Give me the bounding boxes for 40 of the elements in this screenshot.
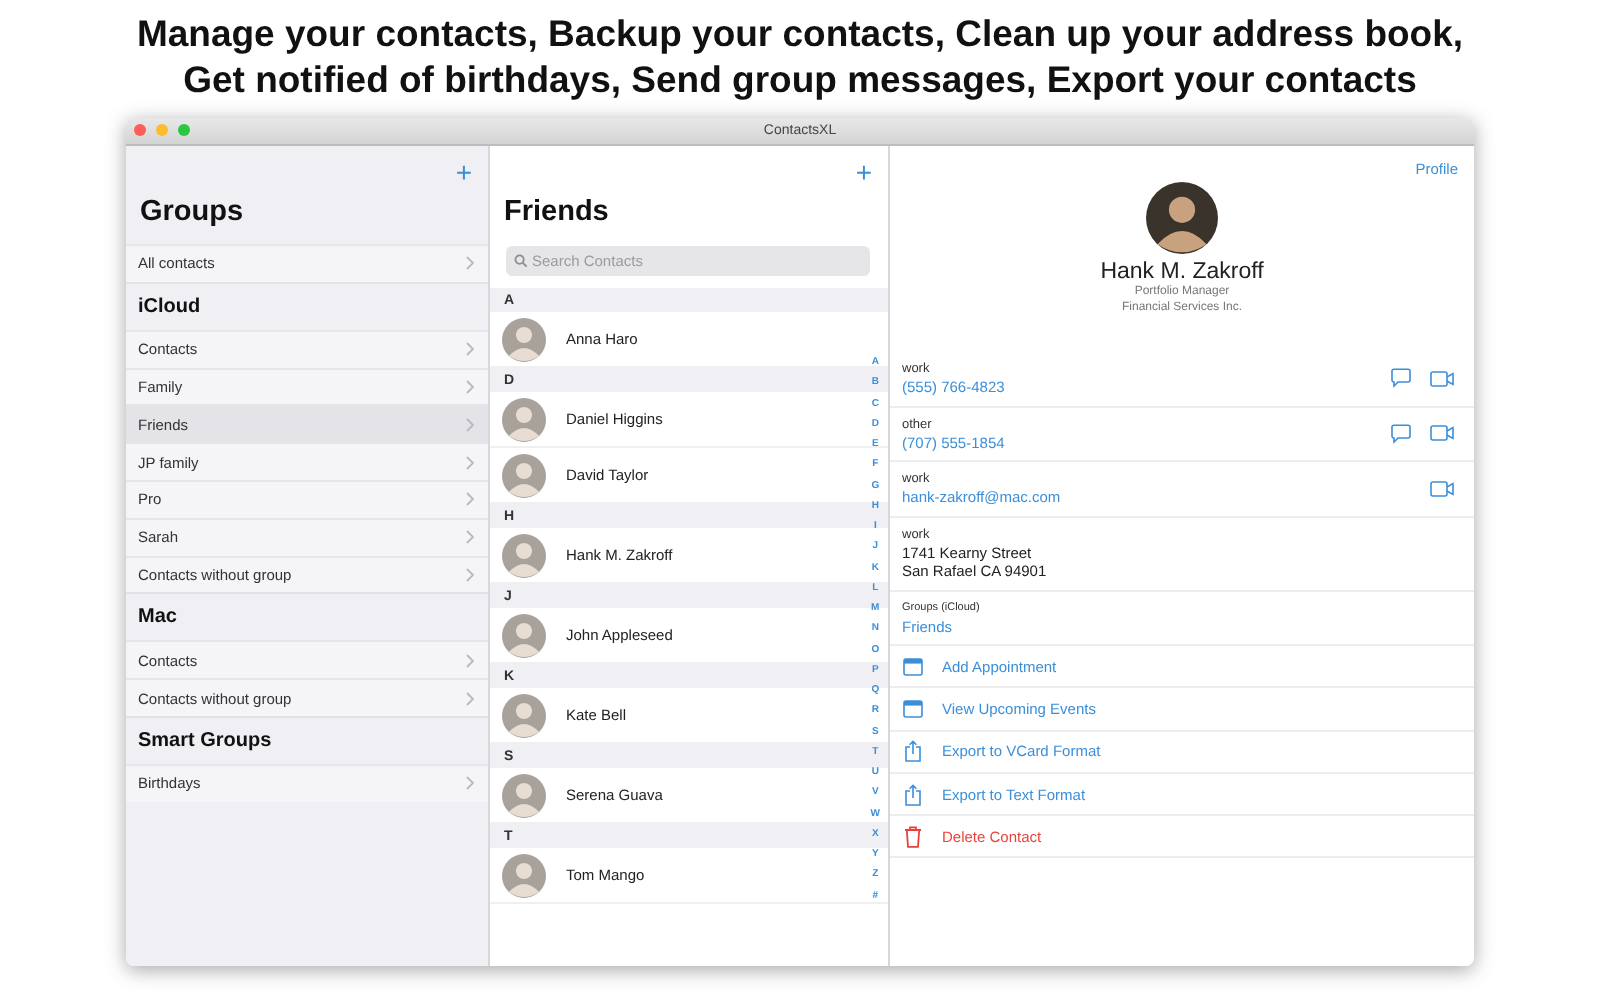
- zoom-button[interactable]: [178, 124, 190, 136]
- avatar-icon: [1146, 182, 1218, 254]
- avatar-icon: [502, 853, 546, 897]
- avatar-icon: [502, 397, 546, 441]
- chevron-icon: [466, 455, 474, 470]
- calendar-icon: [902, 699, 924, 718]
- chevron-icon: [466, 653, 474, 668]
- video-icon[interactable]: [1430, 479, 1454, 498]
- add-group-button[interactable]: +: [451, 158, 476, 186]
- headline-text: Manage your contacts, Backup your contacts, Clean up your address book,: [136, 10, 1464, 56]
- chevron-icon: [466, 776, 474, 791]
- avatar-icon: [502, 453, 546, 497]
- video-icon[interactable]: [1430, 369, 1454, 388]
- share-icon: [902, 783, 924, 806]
- chevron-icon: [466, 417, 474, 432]
- groups-title: Groups: [138, 194, 246, 232]
- chevron-icon: [466, 492, 474, 507]
- chevron-icon: [466, 691, 474, 706]
- avatar-icon: [502, 533, 546, 577]
- chevron-icon: [466, 256, 474, 271]
- list-title: Friends: [502, 194, 611, 232]
- chevron-icon: [466, 342, 474, 357]
- avatar-icon: [502, 693, 546, 737]
- search-icon: [514, 254, 528, 268]
- avatar-icon: [502, 773, 546, 817]
- video-icon[interactable]: [1430, 424, 1454, 443]
- chevron-icon: [466, 567, 474, 582]
- avatar-icon: [502, 317, 546, 361]
- trash-icon: [902, 825, 924, 848]
- calendar-icon: [902, 657, 924, 676]
- add-contact-button[interactable]: +: [851, 158, 876, 186]
- avatar-icon: [502, 613, 546, 657]
- message-icon[interactable]: [1390, 368, 1412, 389]
- chevron-icon: [466, 379, 474, 394]
- headline-text: Get notified of birthdays, Send group messages, Export your contacts: [183, 56, 1417, 102]
- close-button[interactable]: [134, 124, 146, 136]
- share-icon: [902, 740, 924, 763]
- contact-name: Hank M. Zakroff: [1100, 260, 1264, 284]
- chevron-icon: [466, 530, 474, 545]
- message-icon[interactable]: [1390, 423, 1412, 444]
